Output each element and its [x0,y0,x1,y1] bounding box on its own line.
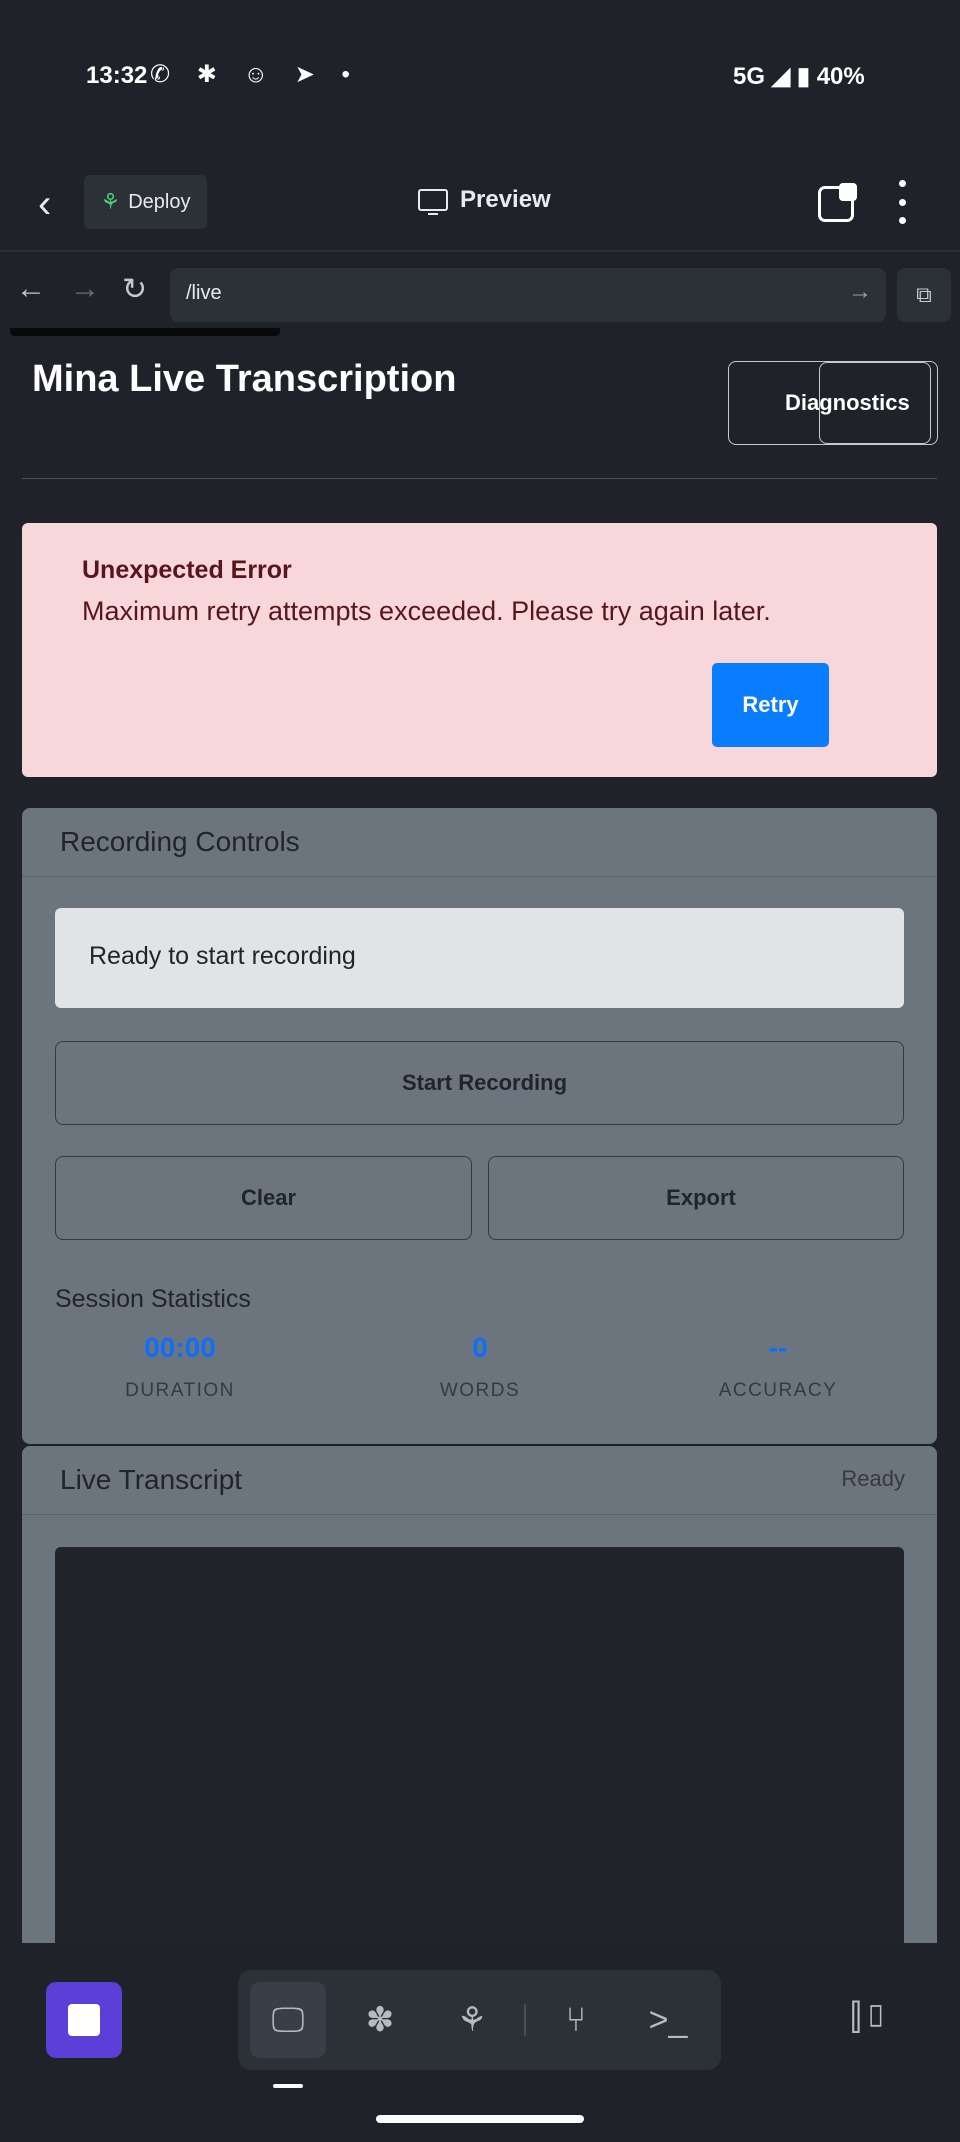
divider [0,250,960,252]
card-header: Recording Controls [22,808,937,877]
browser-forward-icon[interactable]: → [70,272,100,306]
stat-value: -- [768,1332,788,1363]
clear-label: Clear [240,1185,297,1210]
transcript-status-text: Ready [841,1466,905,1491]
card-title-text: Live Transcript [60,1464,243,1495]
more-options-icon[interactable] [890,180,914,224]
retry-button[interactable]: Retry [712,663,829,747]
clear-button[interactable]: Clear [55,1156,472,1240]
refresh-icon[interactable]: ↻ [122,272,147,307]
back-icon[interactable]: ‹ [38,182,51,227]
stat-duration: 00:00 DURATION [30,1332,330,1402]
deploy-label: Deploy [128,190,191,213]
battery-label: 40% [816,63,865,90]
recording-status-text: Ready to start recording [89,942,356,970]
deploy-button[interactable]: ⚘ Deploy [84,175,207,229]
status-bar: 13:32 ✆ ✱ ☺ ➤ • 5G ◢ ▮ 40% [0,0,960,155]
browser-back-icon[interactable]: ← [16,272,46,306]
diagnostics-dropdown-toggle[interactable] [819,362,931,444]
start-recording-label: Start Recording [401,1070,568,1095]
stat-words: 0 WORDS [330,1332,630,1402]
notification-icons: ✆ ✱ ☺ ➤ • [150,61,360,88]
desktop-icon[interactable]: 🖵 [250,1982,326,2058]
network-label: 5G [733,63,766,90]
stat-value: 00:00 [144,1332,216,1363]
panel-toggle-icon[interactable]: ⫿▯ [850,1996,890,2039]
page-title: Mina Live Transcription [24,358,456,401]
preview-label: Preview [460,186,551,213]
top-overlay-bar [10,328,280,336]
transcript-status: Ready [841,1466,905,1492]
deploy-tool-icon[interactable]: ⚘ [434,1982,510,2058]
tabs-icon[interactable] [818,183,857,222]
page-title-text: Mina Live Transcription [32,358,457,400]
go-icon[interactable]: → [848,278,872,306]
recording-status-box: Ready to start recording [55,908,904,1008]
card-title-text: Recording Controls [60,826,300,857]
git-icon[interactable]: ⑂ [538,1982,614,2058]
diagnostics-button[interactable]: Diagnostics [728,361,938,445]
system-status: 5G ◢ ▮ 40% [733,62,865,91]
clock: 13:32 [86,62,148,89]
card-header: Live Transcript Ready [22,1446,937,1515]
header-divider [22,478,937,479]
stat-label: WORDS [439,1380,521,1401]
terminal-icon[interactable]: >_ [630,1982,706,2058]
signal-icon: ◢ ▮ [771,63,817,90]
tool-separator [524,2004,526,2036]
error-message: Maximum retry attempts exceeded. Please … [82,596,771,626]
stat-label: DURATION [125,1380,235,1401]
stat-label: ACCURACY [718,1380,838,1401]
export-label: Export [666,1185,736,1210]
stop-button[interactable] [46,1982,122,2058]
tool-group: 🖵 ✽ ⚘ ⑂ >_ [238,1970,721,2070]
stat-value: 0 [472,1332,488,1363]
home-indicator[interactable] [376,2115,584,2123]
monitor-icon [418,189,448,215]
preview-title[interactable]: Preview [418,186,551,215]
card-title: Live Transcript [54,1464,242,1496]
session-statistics-title: Session Statistics [55,1285,251,1313]
transcript-area[interactable] [55,1547,904,1987]
agents-icon[interactable]: ✽ [342,1982,418,2058]
open-external-icon[interactable]: ⧉ [897,268,951,322]
start-recording-button[interactable]: Start Recording [55,1041,904,1125]
stat-accuracy: -- ACCURACY [628,1332,928,1402]
active-tool-indicator [273,2084,303,2088]
card-title: Recording Controls [54,826,300,858]
url-bar[interactable]: /live → [170,268,886,322]
error-title: Unexpected Error [82,556,292,584]
deploy-icon: ⚘ [100,189,121,214]
url-text: /live [186,282,222,304]
recording-status: Ready to start recording [85,942,356,971]
export-button[interactable]: Export [488,1156,904,1240]
